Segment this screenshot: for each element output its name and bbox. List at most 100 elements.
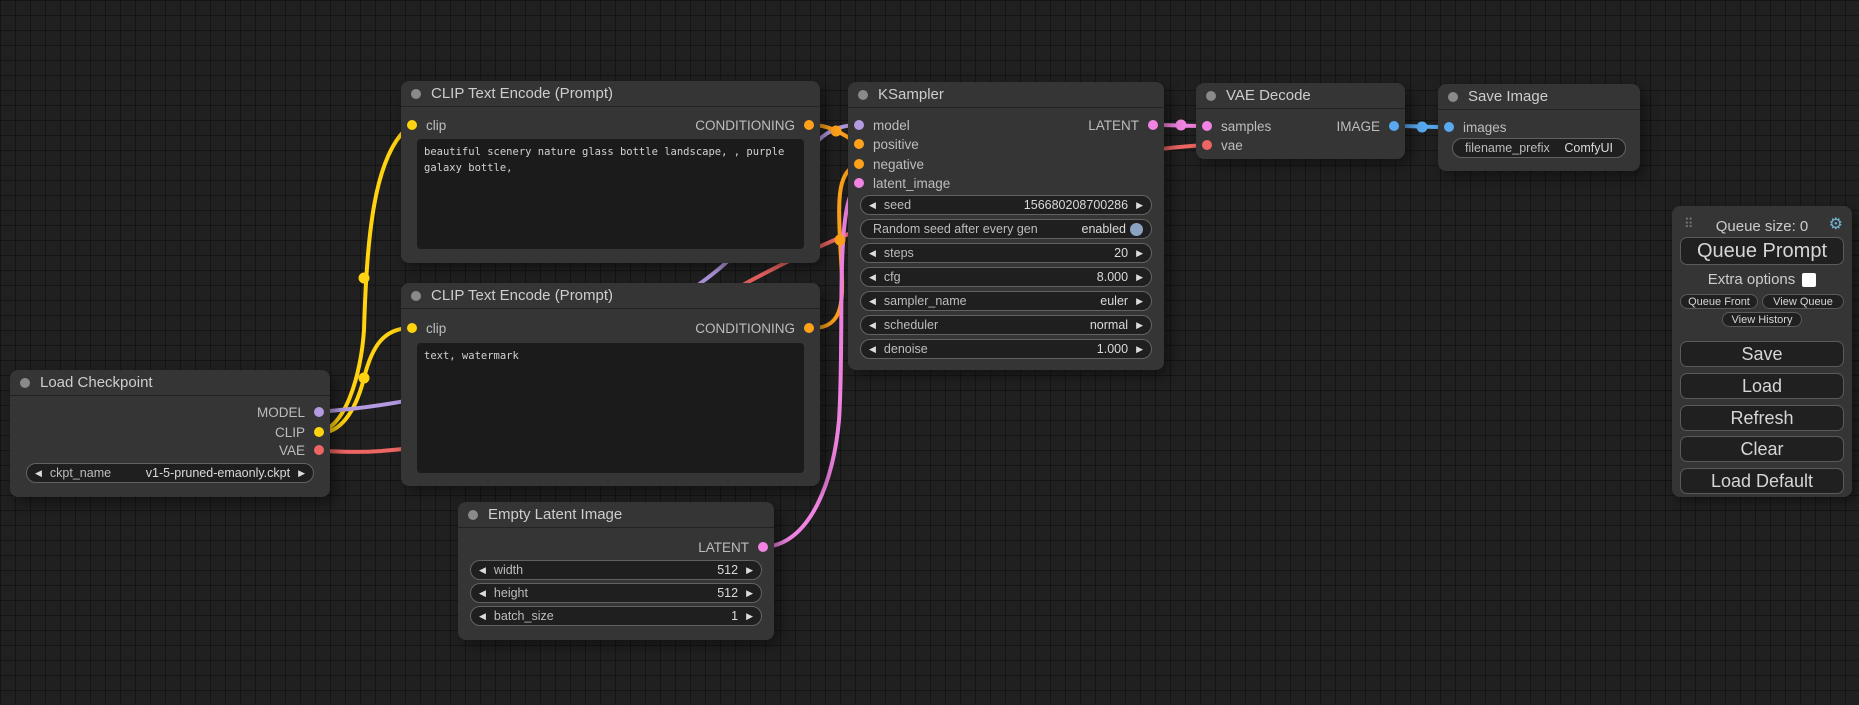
clear-button[interactable]: Clear [1680,436,1844,462]
output-slot-model[interactable]: MODEL [257,403,324,421]
slot-dot-conditioning[interactable] [804,323,814,333]
collapse-dot-icon[interactable] [1448,92,1458,102]
input-slot-images[interactable]: images [1444,118,1507,136]
arrow-right-icon[interactable]: ▶ [1136,321,1143,330]
collapse-dot-icon[interactable] [411,291,421,301]
slot-dot-latent[interactable] [1202,121,1212,131]
queue-prompt-button[interactable]: Queue Prompt [1680,237,1844,265]
queue-front-button[interactable]: Queue Front [1680,294,1758,309]
node-header[interactable]: VAE Decode [1196,83,1405,109]
arrow-right-icon[interactable]: ▶ [1136,249,1143,258]
node-header[interactable]: Empty Latent Image [458,502,774,528]
node-header[interactable]: CLIP Text Encode (Prompt) [401,283,820,309]
node-save-image[interactable]: Save Image images filename_prefix ComfyU… [1438,84,1640,171]
view-queue-button[interactable]: View Queue [1762,294,1844,309]
input-slot-negative[interactable]: negative [854,155,924,173]
arrow-right-icon[interactable]: ▶ [1136,345,1143,354]
input-slot-clip[interactable]: clip [407,116,446,134]
node-ksampler[interactable]: KSampler model positive negative latent_… [848,82,1164,370]
link-dot[interactable] [835,235,846,246]
arrow-left-icon[interactable]: ◀ [869,201,876,210]
slot-dot-clip[interactable] [314,427,324,437]
arrow-left-icon[interactable]: ◀ [479,589,486,598]
collapse-dot-icon[interactable] [411,89,421,99]
positive-prompt-textarea[interactable]: beautiful scenery nature glass bottle la… [417,139,804,249]
negative-prompt-textarea[interactable]: text, watermark [417,343,804,473]
output-slot-clip[interactable]: CLIP [275,423,324,441]
slot-dot-clip[interactable] [407,120,417,130]
collapse-dot-icon[interactable] [468,510,478,520]
save-button[interactable]: Save [1680,341,1844,367]
slot-dot-image[interactable] [1389,121,1399,131]
sampler-name-widget[interactable]: ◀ sampler_name euler ▶ [860,291,1152,311]
output-slot-conditioning[interactable]: CONDITIONING [695,319,814,337]
link-dot[interactable] [1176,120,1187,131]
filename-prefix-widget[interactable]: filename_prefix ComfyUI [1452,138,1626,158]
input-slot-positive[interactable]: positive [854,135,919,153]
slot-dot-image[interactable] [1444,122,1454,132]
slot-dot-conditioning[interactable] [854,139,864,149]
cfg-widget[interactable]: ◀ cfg 8.000 ▶ [860,267,1152,287]
batch-size-widget[interactable]: ◀ batch_size 1 ▶ [470,606,762,626]
seed-widget[interactable]: ◀ seed 156680208700286 ▶ [860,195,1152,215]
arrow-right-icon[interactable]: ▶ [1136,201,1143,210]
arrow-left-icon[interactable]: ◀ [479,612,486,621]
arrow-left-icon[interactable]: ◀ [869,321,876,330]
load-default-button[interactable]: Load Default [1680,468,1844,494]
output-slot-conditioning[interactable]: CONDITIONING [695,116,814,134]
link-dot[interactable] [359,273,370,284]
node-header[interactable]: KSampler [848,82,1164,108]
view-history-button[interactable]: View History [1722,312,1802,327]
input-slot-samples[interactable]: samples [1202,117,1271,135]
slot-dot-conditioning[interactable] [854,159,864,169]
arrow-left-icon[interactable]: ◀ [869,273,876,282]
node-clip-text-encode-positive[interactable]: CLIP Text Encode (Prompt) clip CONDITION… [401,81,820,263]
arrow-right-icon[interactable]: ▶ [1136,273,1143,282]
slot-dot-conditioning[interactable] [804,120,814,130]
refresh-button[interactable]: Refresh [1680,405,1844,431]
output-slot-vae[interactable]: VAE [279,441,324,459]
arrow-left-icon[interactable]: ◀ [479,566,486,575]
collapse-dot-icon[interactable] [858,90,868,100]
node-vae-decode[interactable]: VAE Decode samples vae IMAGE [1196,83,1405,159]
node-load-checkpoint[interactable]: Load Checkpoint MODEL CLIP VAE ◀ ckpt_na… [10,370,330,497]
node-header[interactable]: Save Image [1438,84,1640,110]
input-slot-model[interactable]: model [854,116,910,134]
arrow-right-icon[interactable]: ▶ [298,469,305,478]
slot-dot-vae[interactable] [314,445,324,455]
collapse-dot-icon[interactable] [1206,91,1216,101]
slot-dot-clip[interactable] [407,323,417,333]
arrow-right-icon[interactable]: ▶ [746,566,753,575]
input-slot-vae[interactable]: vae [1202,136,1243,154]
collapse-dot-icon[interactable] [20,378,30,388]
arrow-right-icon[interactable]: ▶ [746,589,753,598]
extra-options-checkbox[interactable] [1802,273,1816,287]
arrow-right-icon[interactable]: ▶ [746,612,753,621]
arrow-left-icon[interactable]: ◀ [35,469,42,478]
link-dot[interactable] [831,126,842,137]
toggle-enabled-icon[interactable] [1130,223,1143,236]
node-clip-text-encode-negative[interactable]: CLIP Text Encode (Prompt) clip CONDITION… [401,283,820,486]
denoise-widget[interactable]: ◀ denoise 1.000 ▶ [860,339,1152,359]
input-slot-latent-image[interactable]: latent_image [854,174,950,192]
output-slot-latent[interactable]: LATENT [1088,116,1158,134]
slot-dot-model[interactable] [314,407,324,417]
ckpt-name-widget[interactable]: ◀ ckpt_name v1-5-pruned-emaonly.ckpt ▶ [26,463,314,483]
gear-icon[interactable]: ⚙ [1829,214,1843,234]
slot-dot-latent[interactable] [854,178,864,188]
output-slot-latent[interactable]: LATENT [698,538,768,556]
node-header[interactable]: CLIP Text Encode (Prompt) [401,81,820,107]
output-slot-image[interactable]: IMAGE [1336,117,1399,135]
queue-panel[interactable]: ⠿ Queue size: 0 ⚙ Queue Prompt Extra opt… [1672,206,1852,497]
link-dot[interactable] [359,373,370,384]
arrow-right-icon[interactable]: ▶ [1136,297,1143,306]
arrow-left-icon[interactable]: ◀ [869,249,876,258]
arrow-left-icon[interactable]: ◀ [869,345,876,354]
node-graph-canvas[interactable]: Load Checkpoint MODEL CLIP VAE ◀ ckpt_na… [0,0,1859,705]
arrow-left-icon[interactable]: ◀ [869,297,876,306]
input-slot-clip[interactable]: clip [407,319,446,337]
random-seed-toggle-widget[interactable]: Random seed after every gen enabled [860,219,1152,239]
slot-dot-latent[interactable] [1148,120,1158,130]
height-widget[interactable]: ◀ height 512 ▶ [470,583,762,603]
steps-widget[interactable]: ◀ steps 20 ▶ [860,243,1152,263]
